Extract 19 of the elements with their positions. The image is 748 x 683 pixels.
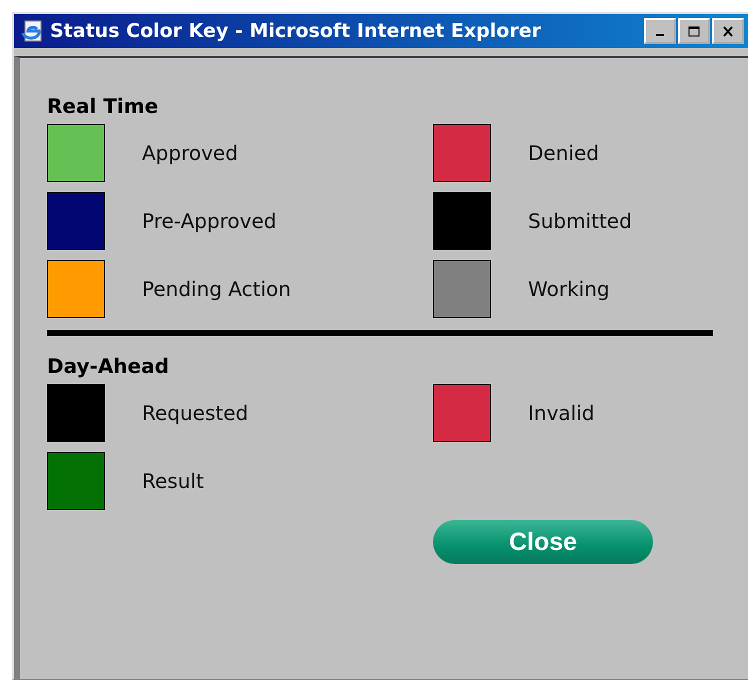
status-label: Approved	[142, 141, 238, 165]
status-label: Invalid	[528, 401, 594, 425]
section-heading: Day-Ahead	[47, 354, 170, 380]
status-label: Requested	[142, 401, 248, 425]
status-label: Result	[142, 469, 204, 493]
minimize-icon	[656, 34, 664, 36]
status-label: Working	[528, 277, 610, 301]
close-button[interactable]: Close	[433, 520, 653, 564]
section-heading: Real Time	[47, 94, 160, 120]
status-label: Pre-Approved	[142, 209, 277, 233]
window-title: Status Color Key - Microsoft Internet Explorer	[50, 20, 542, 42]
close-button[interactable]	[712, 18, 744, 44]
maximize-icon	[688, 26, 700, 36]
maximize-button[interactable]	[678, 18, 710, 44]
browser-icon	[20, 19, 44, 43]
status-label: Submitted	[528, 209, 632, 233]
status-label: Pending Action	[142, 277, 291, 301]
close-icon	[722, 26, 734, 36]
status-label: Denied	[528, 141, 599, 165]
